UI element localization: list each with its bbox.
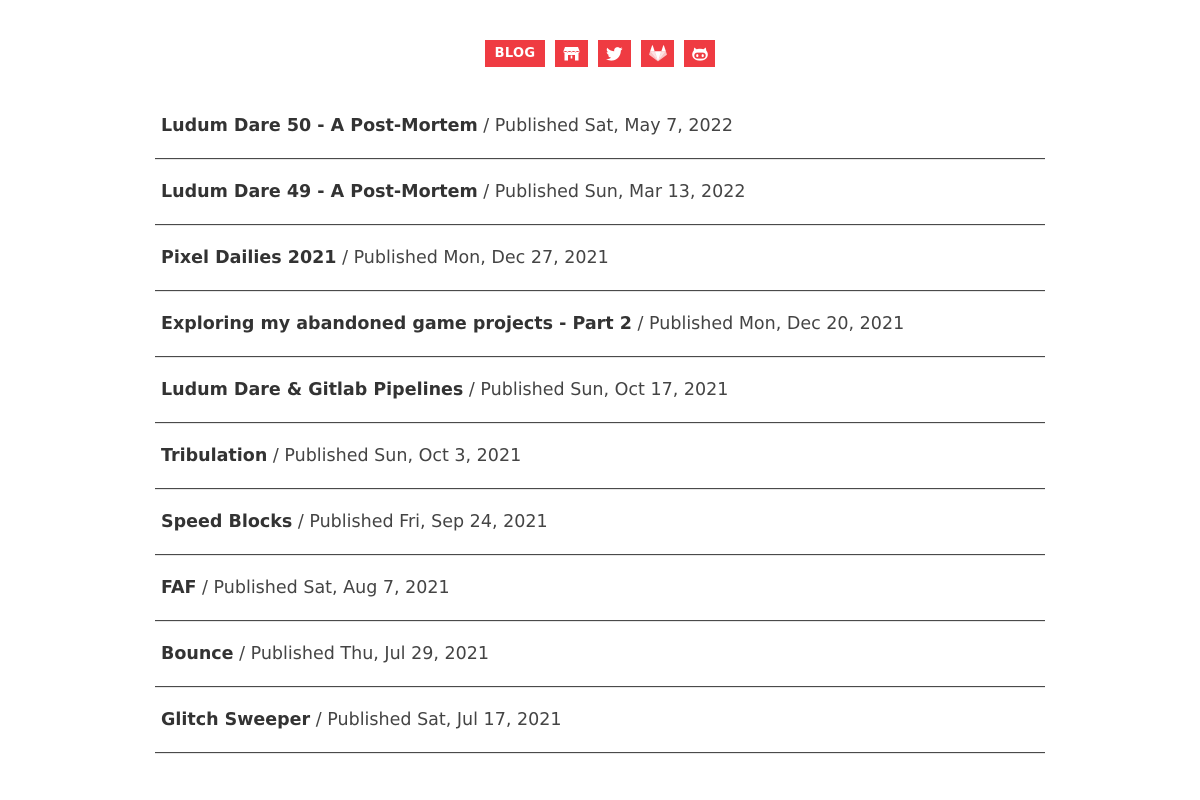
post-date: Published Sat, Aug 7, 2021 bbox=[213, 578, 450, 598]
post-separator: / bbox=[297, 512, 304, 532]
post-separator: / bbox=[315, 710, 322, 730]
post-title-link[interactable]: FAF bbox=[161, 578, 196, 598]
post-date: Published Sun, Mar 13, 2022 bbox=[494, 182, 746, 202]
itchio-icon bbox=[563, 47, 580, 61]
list-item: Ludum Dare & Gitlab Pipelines / Publishe… bbox=[155, 358, 1045, 423]
post-date: Published Thu, Jul 29, 2021 bbox=[250, 644, 490, 664]
list-item: FAF / Published Sat, Aug 7, 2021 bbox=[155, 556, 1045, 621]
post-separator: / bbox=[468, 380, 475, 400]
post-date: Published Fri, Sep 24, 2021 bbox=[309, 512, 548, 532]
itchio-link[interactable] bbox=[555, 40, 589, 67]
post-date: Published Mon, Dec 27, 2021 bbox=[353, 248, 609, 268]
github-link[interactable] bbox=[684, 40, 716, 67]
list-item: Ludum Dare 49 - A Post-Mortem / Publishe… bbox=[155, 160, 1045, 225]
post-separator: / bbox=[272, 446, 279, 466]
post-separator: / bbox=[483, 182, 490, 202]
post-separator: / bbox=[202, 578, 208, 598]
post-title-link[interactable]: Pixel Dailies 2021 bbox=[161, 248, 337, 268]
post-date: Published Sat, Jul 17, 2021 bbox=[327, 710, 562, 730]
post-title-link[interactable]: Tribulation bbox=[161, 446, 267, 466]
list-item: Speed Blocks / Published Fri, Sep 24, 20… bbox=[155, 490, 1045, 555]
page: BLOG Ludum Dare 50 - A Post-Mortem / Pub… bbox=[0, 0, 1200, 800]
post-date: Published Sat, May 7, 2022 bbox=[494, 116, 733, 136]
list-item: Bounce / Published Thu, Jul 29, 2021 bbox=[155, 622, 1045, 687]
post-title-link[interactable]: Speed Blocks bbox=[161, 512, 292, 532]
top-nav: BLOG bbox=[0, 40, 1200, 67]
post-date: Published Sun, Oct 3, 2021 bbox=[284, 446, 522, 466]
list-item: Exploring my abandoned game projects - P… bbox=[155, 292, 1045, 357]
post-list: Ludum Dare 50 - A Post-Mortem / Publishe… bbox=[155, 94, 1045, 754]
gitlab-link[interactable] bbox=[641, 40, 675, 67]
post-title-link[interactable]: Exploring my abandoned game projects - P… bbox=[161, 314, 632, 334]
post-date: Published Sun, Oct 17, 2021 bbox=[480, 380, 729, 400]
post-title-link[interactable]: Ludum Dare 49 - A Post-Mortem bbox=[161, 182, 478, 202]
post-date: Published Mon, Dec 20, 2021 bbox=[649, 314, 905, 334]
twitter-link[interactable] bbox=[598, 40, 632, 67]
post-separator: / bbox=[239, 644, 246, 664]
post-title-link[interactable]: Glitch Sweeper bbox=[161, 710, 310, 730]
list-item: Ludum Dare 50 - A Post-Mortem / Publishe… bbox=[155, 94, 1045, 159]
post-title-link[interactable]: Ludum Dare 50 - A Post-Mortem bbox=[161, 116, 478, 136]
gitlab-icon bbox=[648, 45, 667, 62]
list-item: Glitch Sweeper / Published Sat, Jul 17, … bbox=[155, 688, 1045, 753]
post-title-link[interactable]: Bounce bbox=[161, 644, 234, 664]
list-item: Pixel Dailies 2021 / Published Mon, Dec … bbox=[155, 226, 1045, 291]
post-separator: / bbox=[342, 248, 348, 268]
list-item: Tribulation / Published Sun, Oct 3, 2021 bbox=[155, 424, 1045, 489]
post-separator: / bbox=[637, 314, 644, 334]
post-separator: / bbox=[483, 116, 490, 136]
twitter-icon bbox=[606, 46, 623, 61]
blog-link[interactable]: BLOG bbox=[484, 40, 546, 67]
github-icon bbox=[692, 47, 708, 61]
post-title-link[interactable]: Ludum Dare & Gitlab Pipelines bbox=[161, 380, 463, 400]
